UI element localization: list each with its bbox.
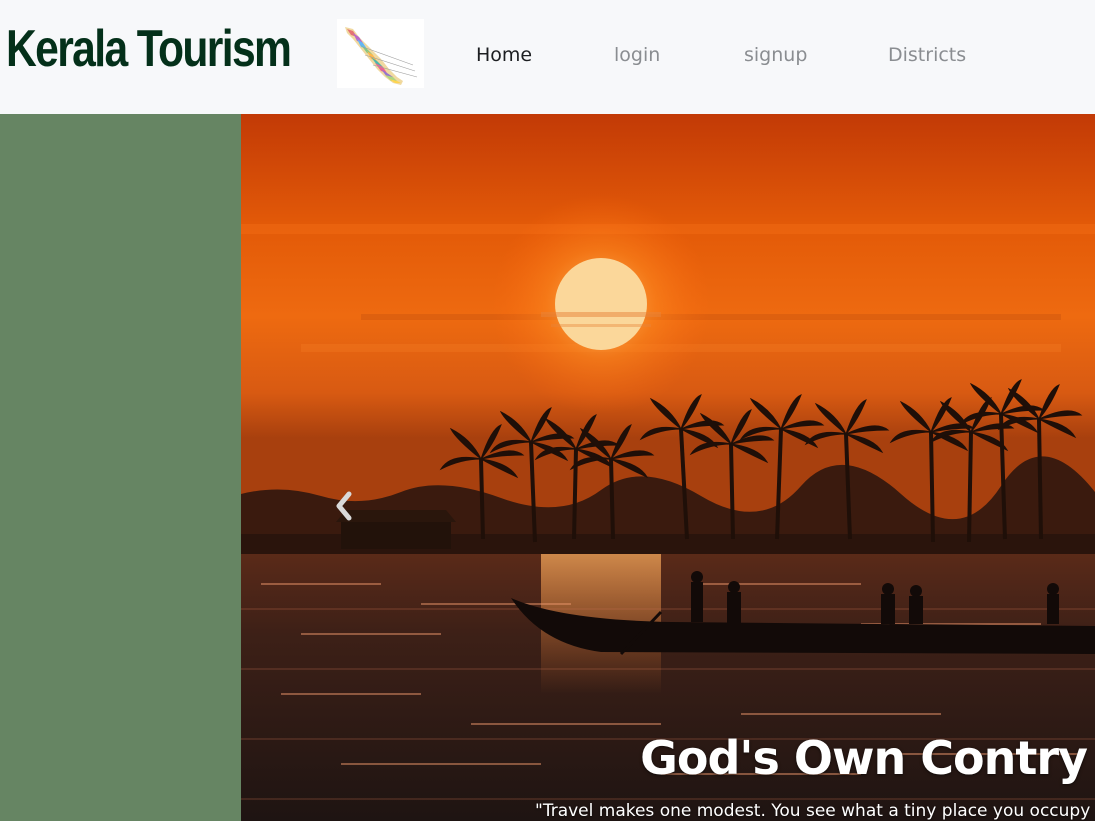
kerala-map-icon[interactable] — [337, 19, 424, 88]
nav-link-districts[interactable]: Districts — [888, 42, 966, 68]
carousel-caption-text: "Travel makes one modest. You see what a… — [535, 801, 1091, 821]
nav-link-login[interactable]: login — [614, 42, 660, 68]
sidebar — [0, 114, 241, 821]
nav-link-home[interactable]: Home — [476, 42, 532, 68]
carousel-caption-title: God's Own Contry — [640, 731, 1088, 785]
brand-title[interactable]: Kerala Tourism — [6, 14, 292, 84]
sunset-backwater-image — [241, 114, 1095, 821]
chevron-left-icon[interactable] — [331, 488, 359, 524]
hero-carousel[interactable]: God's Own Contry "Travel makes one modes… — [241, 114, 1095, 821]
nav-link-signup[interactable]: signup — [744, 42, 807, 68]
navbar: Kerala Tourism Home login signup Distric… — [0, 0, 1095, 114]
